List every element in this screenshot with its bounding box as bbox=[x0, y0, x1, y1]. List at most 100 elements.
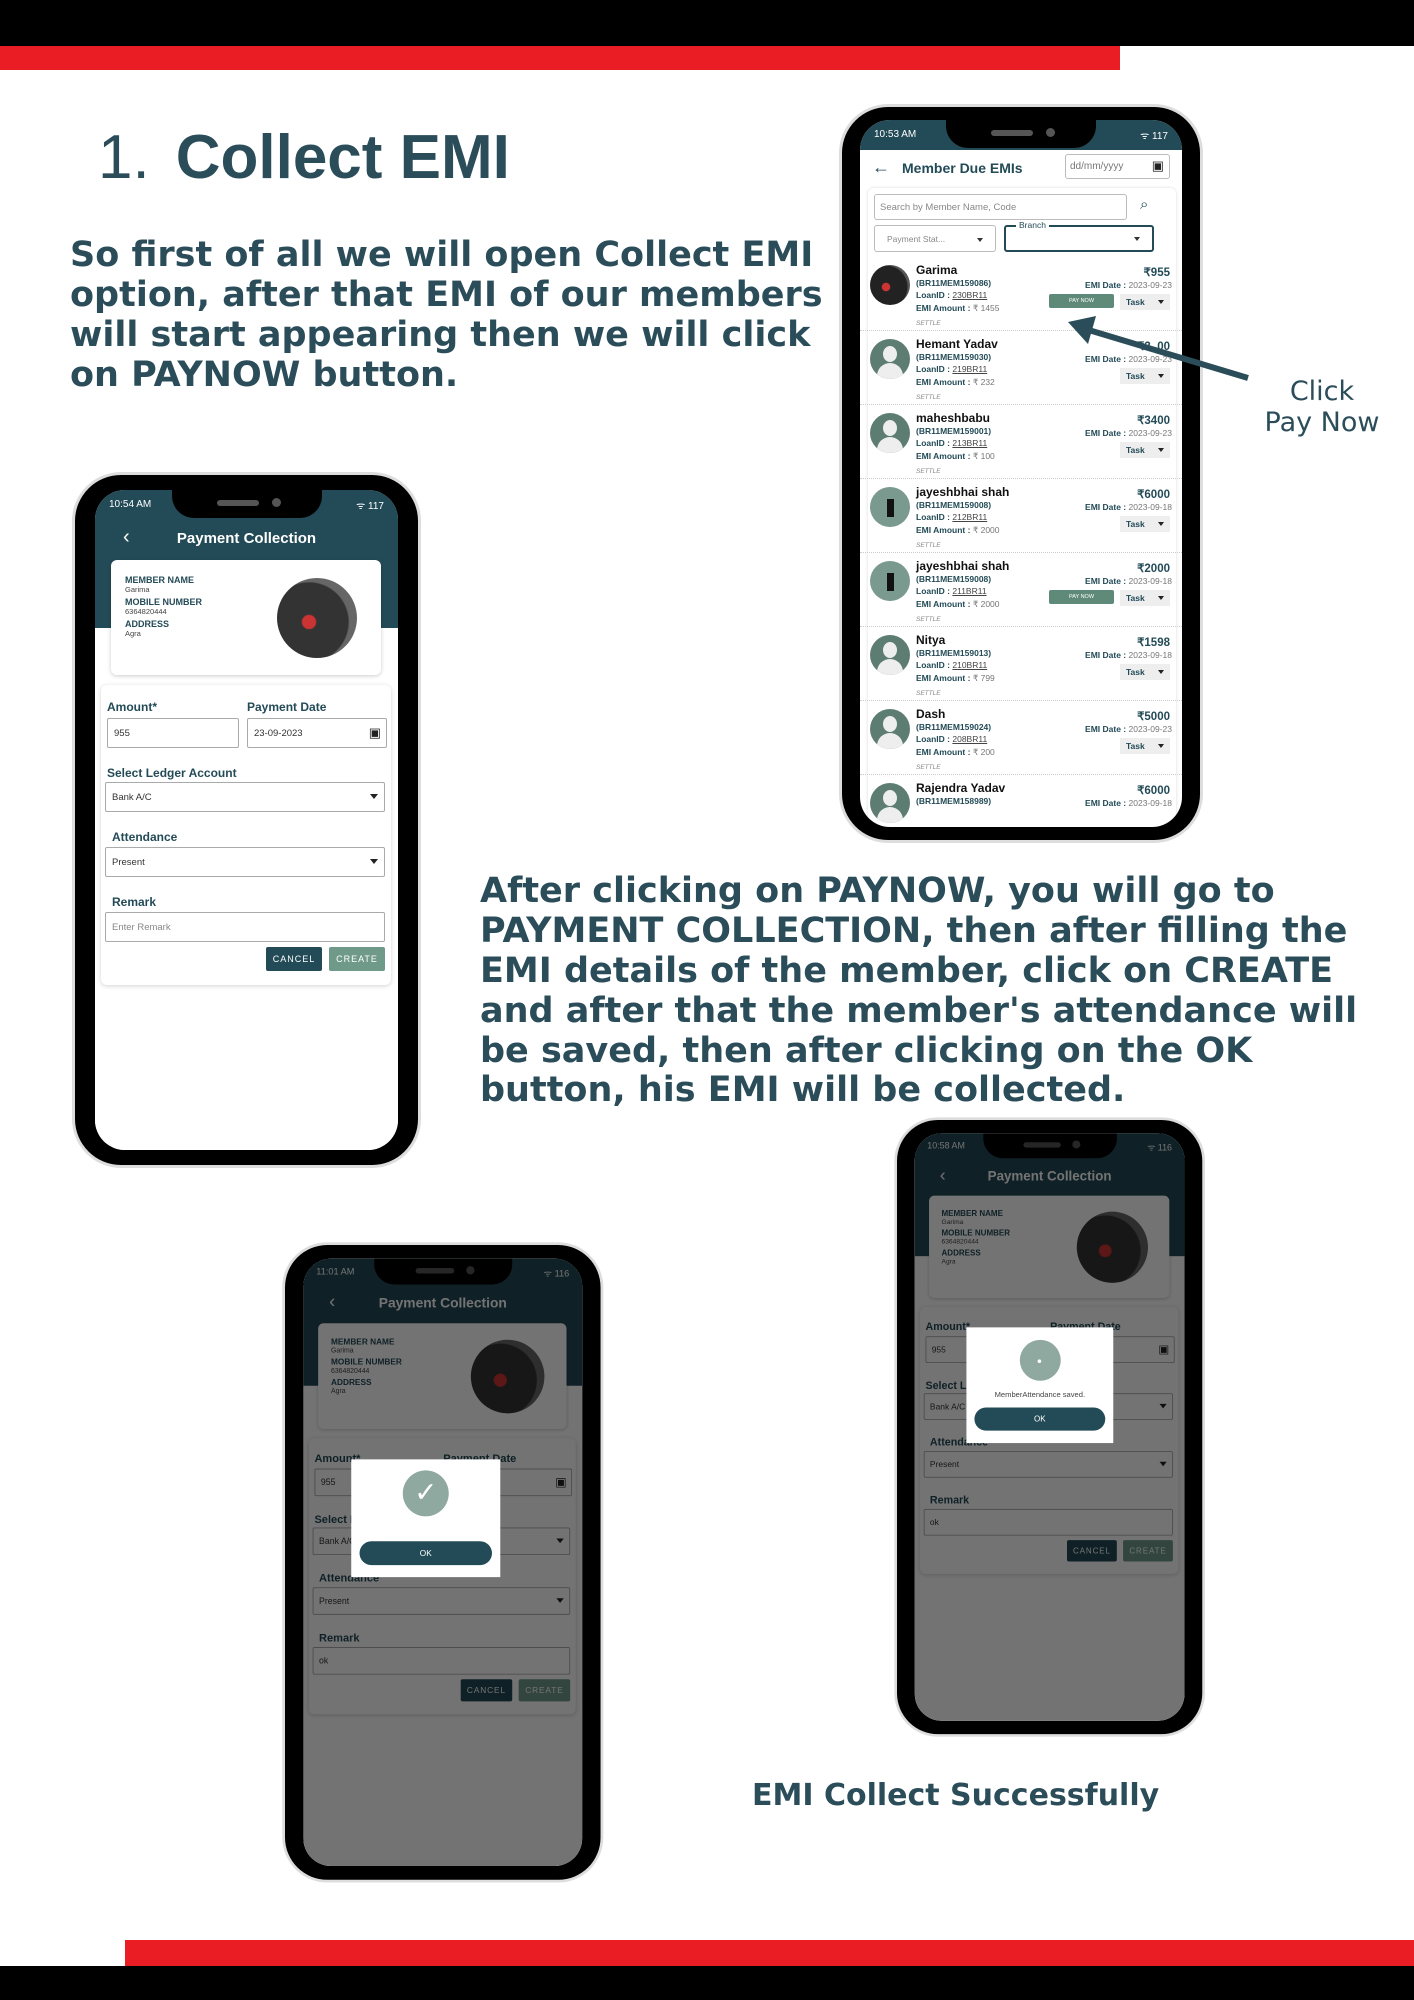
info-icon bbox=[1019, 1339, 1061, 1381]
payment-collection-screen: 11:01 AMᯤ 116‹Payment CollectionMEMBER N… bbox=[303, 1258, 583, 1866]
settle-link[interactable]: SETTLE bbox=[916, 690, 941, 697]
emi-amount: EMI Amount : ₹ 799 bbox=[916, 673, 995, 684]
calendar-icon[interactable]: ▣ bbox=[369, 725, 381, 741]
dropdown-caret-icon bbox=[370, 859, 378, 864]
task-label: Task bbox=[1126, 741, 1145, 751]
dropdown-caret-icon bbox=[1158, 596, 1164, 600]
member-list-item[interactable]: Nitya (BR11MEM159013) LoanID : 210BR11 EMI … bbox=[860, 627, 1182, 701]
phone-notch bbox=[171, 490, 322, 518]
phone-member-list: 10:53 AM ᯤ 117 ← Member Due EMIs dd/mm/yy… bbox=[842, 107, 1200, 840]
loan-link[interactable]: 212BR11 bbox=[952, 512, 987, 522]
task-label: Task bbox=[1126, 667, 1145, 677]
emi-amount-value: ₹ 200 bbox=[972, 747, 995, 757]
member-code: (BR11MEM159013) bbox=[916, 648, 992, 658]
loan-id: LoanID : 211BR11 bbox=[916, 586, 987, 596]
member-list-item[interactable]: maheshbabu (BR11MEM159001) LoanID : 213BR1… bbox=[860, 405, 1182, 479]
emi-date-label: EMI Date : bbox=[1085, 798, 1127, 808]
loan-link[interactable]: 213BR11 bbox=[952, 438, 987, 448]
search-icon[interactable]: ⌕ bbox=[1140, 196, 1148, 213]
emi-date-value: 2023-09-18 bbox=[1128, 502, 1172, 512]
date-filter-input[interactable]: dd/mm/yyyy ▣ bbox=[1065, 154, 1170, 179]
back-arrow-icon[interactable]: ← bbox=[872, 157, 890, 178]
emi-date: EMI Date : 2023-09-18 bbox=[1085, 650, 1172, 660]
task-dropdown[interactable]: Task bbox=[1120, 664, 1170, 680]
phone-attendance-saved: 10:58 AMᯤ 116‹Payment CollectionMEMBER N… bbox=[897, 1120, 1203, 1735]
amount-input[interactable]: 955 bbox=[107, 718, 239, 748]
ledger-label: Select Ledger Account bbox=[107, 766, 237, 780]
member-code: (BR11MEM159001) bbox=[916, 426, 992, 436]
remark-input[interactable]: Enter Remark bbox=[105, 912, 385, 942]
settle-link[interactable]: SETTLE bbox=[916, 542, 941, 549]
member-avatar bbox=[870, 339, 910, 379]
member-code: (BR11MEM159030) bbox=[916, 352, 992, 362]
attendance-select[interactable]: Present bbox=[105, 847, 385, 877]
ok-button[interactable]: OK bbox=[359, 1541, 492, 1566]
battery-level: 117 bbox=[1152, 131, 1168, 142]
settle-link[interactable]: SETTLE bbox=[916, 616, 941, 623]
member-name: Hemant Yadav bbox=[916, 337, 998, 351]
member-list-item[interactable]: jayeshbhai shah (BR11MEM159008) LoanID : 2… bbox=[860, 553, 1182, 627]
ledger-value: Bank A/C bbox=[112, 792, 152, 803]
attendance-label: Attendance bbox=[112, 830, 178, 844]
search-input[interactable]: Search by Member Name, Code bbox=[874, 194, 1127, 220]
task-dropdown[interactable]: Task bbox=[1120, 516, 1170, 532]
task-dropdown[interactable]: Task bbox=[1120, 442, 1170, 458]
screen-title: Member Due EMIs bbox=[902, 160, 1023, 176]
emi-amount-label: EMI Amount : bbox=[916, 673, 971, 683]
task-dropdown[interactable]: Task bbox=[1120, 590, 1170, 606]
member-list-item[interactable]: Dash (BR11MEM159024) LoanID : 208BR11 EMI A… bbox=[860, 701, 1182, 775]
task-dropdown[interactable]: Task bbox=[1120, 294, 1170, 310]
settle-link[interactable]: SETTLE bbox=[916, 320, 941, 327]
emi-date: EMI Date : 2023-09-18 bbox=[1085, 798, 1172, 808]
emi-date-value: 2023-09-23 bbox=[1128, 428, 1172, 438]
create-button[interactable]: CREATE bbox=[329, 947, 385, 971]
payment-date-label: Payment Date bbox=[247, 700, 327, 714]
dropdown-caret-icon bbox=[1158, 744, 1164, 748]
member-avatar bbox=[870, 265, 910, 305]
member-name: maheshbabu bbox=[916, 411, 991, 425]
pay-now-button[interactable]: PAY NOW bbox=[1049, 590, 1114, 604]
loan-link[interactable]: 219BR11 bbox=[952, 364, 987, 374]
top-red-band bbox=[0, 46, 1120, 70]
emi-amount-value: ₹ 799 bbox=[972, 673, 995, 683]
task-dropdown[interactable]: Task bbox=[1120, 738, 1170, 754]
pointer-arrow bbox=[1068, 316, 1249, 381]
emi-date: EMI Date : 2023-09-23 bbox=[1085, 428, 1172, 438]
emi-date-label: EMI Date : bbox=[1085, 428, 1127, 438]
loan-link[interactable]: 208BR11 bbox=[952, 734, 987, 744]
ok-button[interactable]: OK bbox=[974, 1407, 1106, 1431]
settle-link[interactable]: SETTLE bbox=[916, 394, 941, 401]
phone-emi-collected: 11:01 AMᯤ 116‹Payment CollectionMEMBER N… bbox=[285, 1245, 601, 1880]
calendar-icon[interactable]: ▣ bbox=[1152, 158, 1164, 174]
loan-link[interactable]: 230BR11 bbox=[952, 290, 987, 300]
payment-collection-screen: 10:58 AMᯤ 116‹Payment CollectionMEMBER N… bbox=[914, 1133, 1185, 1721]
loan-label: LoanID : bbox=[916, 734, 950, 744]
payment-date-input[interactable]: 23-09-2023 ▣ bbox=[247, 718, 387, 748]
success-caption: EMI Collect Successfully bbox=[752, 1778, 1160, 1813]
member-list-item[interactable]: Rajendra Yadav (BR11MEM158989) ₹6000 EMI Da… bbox=[860, 775, 1182, 827]
member-name: jayeshbhai shah bbox=[916, 559, 1010, 573]
emi-date: EMI Date : 2023-09-18 bbox=[1085, 502, 1172, 512]
member-avatar bbox=[870, 487, 910, 527]
emi-date-value: 2023-09-18 bbox=[1128, 576, 1172, 586]
battery-level: 117 bbox=[368, 501, 384, 512]
page-title: 1. Collect EMI bbox=[98, 122, 510, 193]
loan-link[interactable]: 211BR11 bbox=[952, 586, 986, 596]
payment-form: Amount* 955 Payment Date 23-09-2023 ▣ Select … bbox=[101, 685, 391, 985]
step-number: 1. bbox=[98, 123, 150, 192]
branch-select[interactable]: Branch bbox=[1004, 220, 1154, 252]
ledger-select[interactable]: Bank A/C bbox=[105, 782, 385, 812]
loan-link[interactable]: 210BR11 bbox=[952, 660, 987, 670]
pay-now-button[interactable]: PAY NOW bbox=[1049, 294, 1114, 308]
settle-link[interactable]: SETTLE bbox=[916, 764, 941, 771]
loan-label: LoanID : bbox=[916, 512, 950, 522]
click-pay-now-annotation: Click Pay Now bbox=[1264, 376, 1380, 439]
dropdown-caret-icon bbox=[977, 238, 983, 242]
emi-amount-label: EMI Amount : bbox=[916, 747, 971, 757]
payment-status-select[interactable]: Payment Stat... bbox=[874, 225, 996, 252]
emi-date-label: EMI Date : bbox=[1085, 650, 1127, 660]
settle-link[interactable]: SETTLE bbox=[916, 468, 941, 475]
attendance-saved-dialog: MemberAttendance saved. OK bbox=[966, 1327, 1114, 1444]
cancel-button[interactable]: CANCEL bbox=[266, 947, 322, 971]
member-list-item[interactable]: jayeshbhai shah (BR11MEM159008) LoanID : 2… bbox=[860, 479, 1182, 553]
